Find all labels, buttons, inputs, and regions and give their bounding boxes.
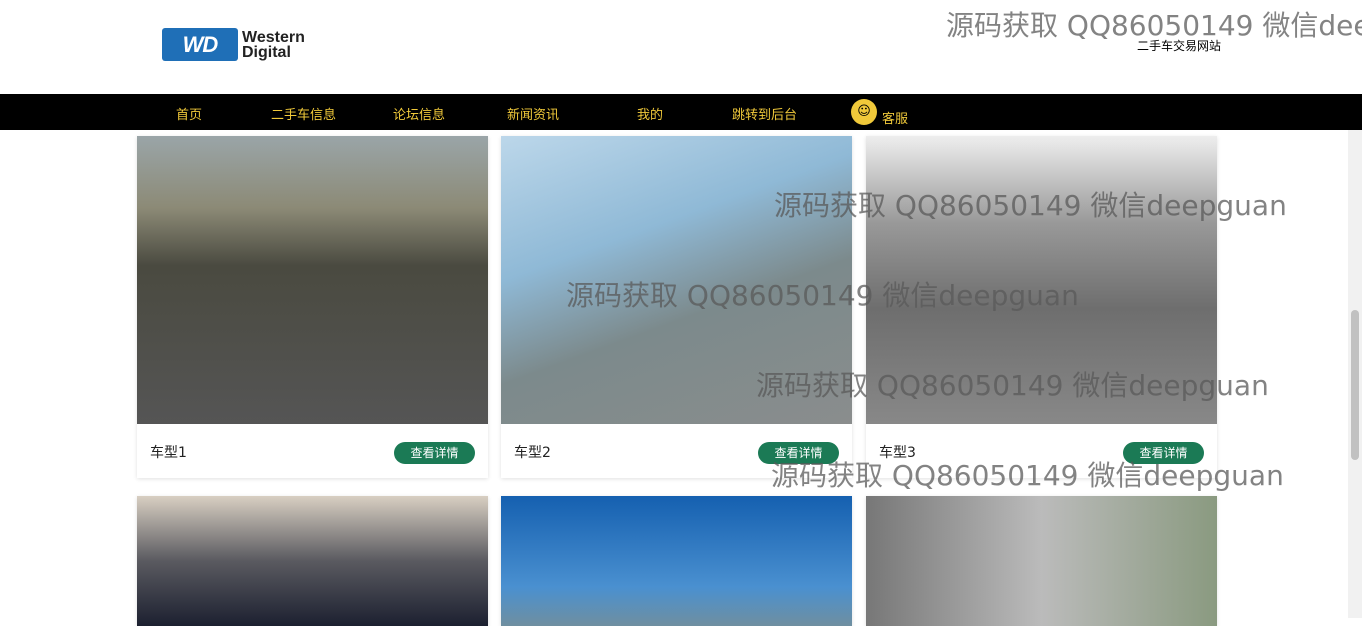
nav-admin[interactable]: 跳转到后台 [732, 104, 797, 123]
customer-service-icon[interactable]: ☺ [851, 99, 877, 125]
scrollbar[interactable] [1348, 130, 1362, 618]
car-card[interactable]: 车型3 查看详情 [866, 136, 1217, 478]
car-image[interactable] [501, 136, 852, 424]
car-card[interactable] [866, 496, 1217, 626]
nav-used-cars[interactable]: 二手车信息 [271, 104, 336, 123]
scrollbar-thumb[interactable] [1351, 310, 1359, 460]
car-image[interactable] [866, 136, 1217, 424]
logo-line1: Western [242, 28, 305, 46]
logo-mark: WD [162, 28, 238, 61]
nav-bar: 首页 二手车信息 论坛信息 新闻资讯 我的 跳转到后台 ☺ 客服 [0, 94, 1362, 130]
nav-mine[interactable]: 我的 [637, 104, 663, 123]
car-title: 车型3 [879, 445, 916, 461]
view-details-button[interactable]: 查看详情 [394, 442, 475, 464]
car-card[interactable]: 车型2 查看详情 [501, 136, 852, 478]
view-details-button[interactable]: 查看详情 [1123, 442, 1204, 464]
car-card[interactable]: 车型1 查看详情 [137, 136, 488, 478]
car-card[interactable] [137, 496, 488, 626]
car-title: 车型2 [514, 445, 551, 461]
car-image[interactable] [866, 496, 1217, 626]
logo[interactable]: WD Western Digital [162, 28, 305, 61]
car-image[interactable] [137, 496, 488, 626]
header: WD Western Digital 二手车交易网站 [0, 0, 1362, 94]
nav-home[interactable]: 首页 [176, 104, 202, 123]
nav-forum[interactable]: 论坛信息 [393, 104, 445, 123]
site-name: 二手车交易网站 [1137, 39, 1222, 53]
logo-line2: Digital [242, 43, 291, 61]
car-image[interactable] [501, 496, 852, 626]
view-details-button[interactable]: 查看详情 [758, 442, 839, 464]
nav-service[interactable]: 客服 [882, 108, 908, 127]
car-card[interactable] [501, 496, 852, 626]
nav-news[interactable]: 新闻资讯 [507, 104, 559, 123]
car-image[interactable] [137, 136, 488, 424]
car-title: 车型1 [150, 445, 187, 461]
